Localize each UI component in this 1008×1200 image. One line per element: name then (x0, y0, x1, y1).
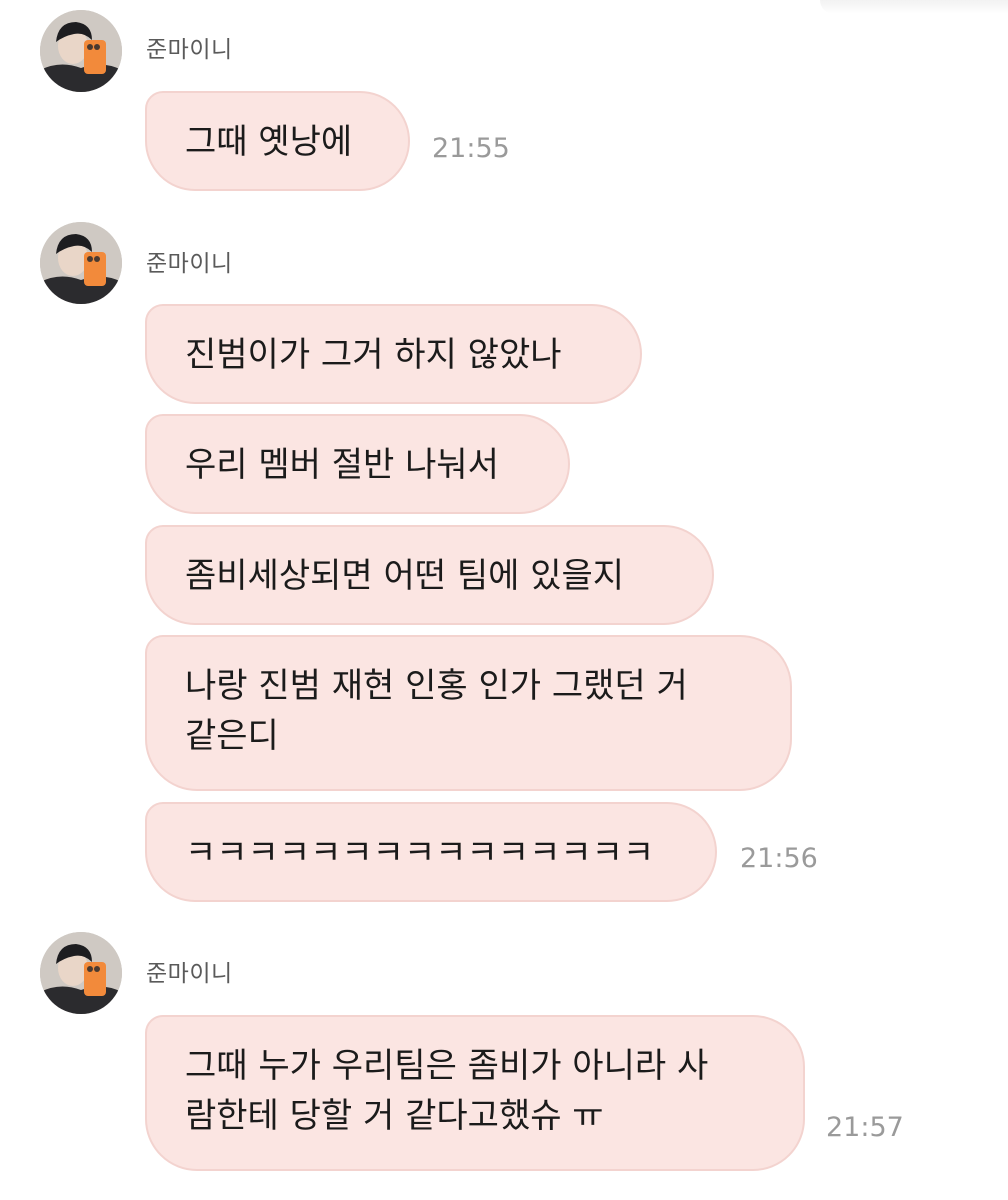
message-text: 진범이가 그거 하지 않았나 (185, 335, 562, 375)
avatar-photo-icon (40, 222, 122, 304)
message-time: 21:57 (826, 1112, 904, 1143)
message-text-line-1: 그때 누가 우리팀은 좀비가 아니라 사 (185, 1046, 709, 1086)
sender-name: 준마이니 (146, 961, 233, 987)
avatar[interactable] (40, 10, 122, 92)
message-bubble[interactable]: 그때 누가 우리팀은 좀비가 아니라 사 람한테 당할 거 같다고했슈 ㅠ (145, 1015, 805, 1171)
avatar-photo-icon (40, 932, 122, 1014)
avatar[interactable] (40, 222, 122, 304)
message-text-line-1: 나랑 진범 재현 인홍 인가 그랬던 거 (185, 666, 688, 706)
message-text: 좀비세상되면 어떤 팀에 있을지 (185, 556, 625, 596)
message-bubble[interactable]: 우리 멤버 절반 나눠서 (145, 414, 570, 514)
avatar-photo-icon (40, 10, 122, 92)
top-edge-shadow (820, 0, 1008, 14)
message-bubble[interactable]: ㅋㅋㅋㅋㅋㅋㅋㅋㅋㅋㅋㅋㅋㅋㅋ (145, 802, 717, 902)
message-bubble[interactable]: 진범이가 그거 하지 않았나 (145, 304, 642, 404)
message-time: 21:56 (740, 843, 818, 874)
message-text: 그때 옛낭에 (185, 122, 353, 162)
message-text-line-2: 같은디 (185, 716, 279, 756)
message-text-line-2: 람한테 당할 거 같다고했슈 ㅠ (185, 1096, 604, 1136)
message-bubble[interactable]: 나랑 진범 재현 인홍 인가 그랬던 거 같은디 (145, 635, 792, 791)
message-bubble[interactable]: 좀비세상되면 어떤 팀에 있을지 (145, 525, 714, 625)
message-bubble[interactable]: 그때 옛낭에 (145, 91, 410, 191)
sender-name: 준마이니 (146, 251, 233, 277)
message-text: 우리 멤버 절반 나눠서 (185, 445, 499, 485)
message-text: ㅋㅋㅋㅋㅋㅋㅋㅋㅋㅋㅋㅋㅋㅋㅋ (185, 833, 655, 873)
sender-name: 준마이니 (146, 37, 233, 63)
message-time: 21:55 (432, 133, 510, 164)
avatar[interactable] (40, 932, 122, 1014)
